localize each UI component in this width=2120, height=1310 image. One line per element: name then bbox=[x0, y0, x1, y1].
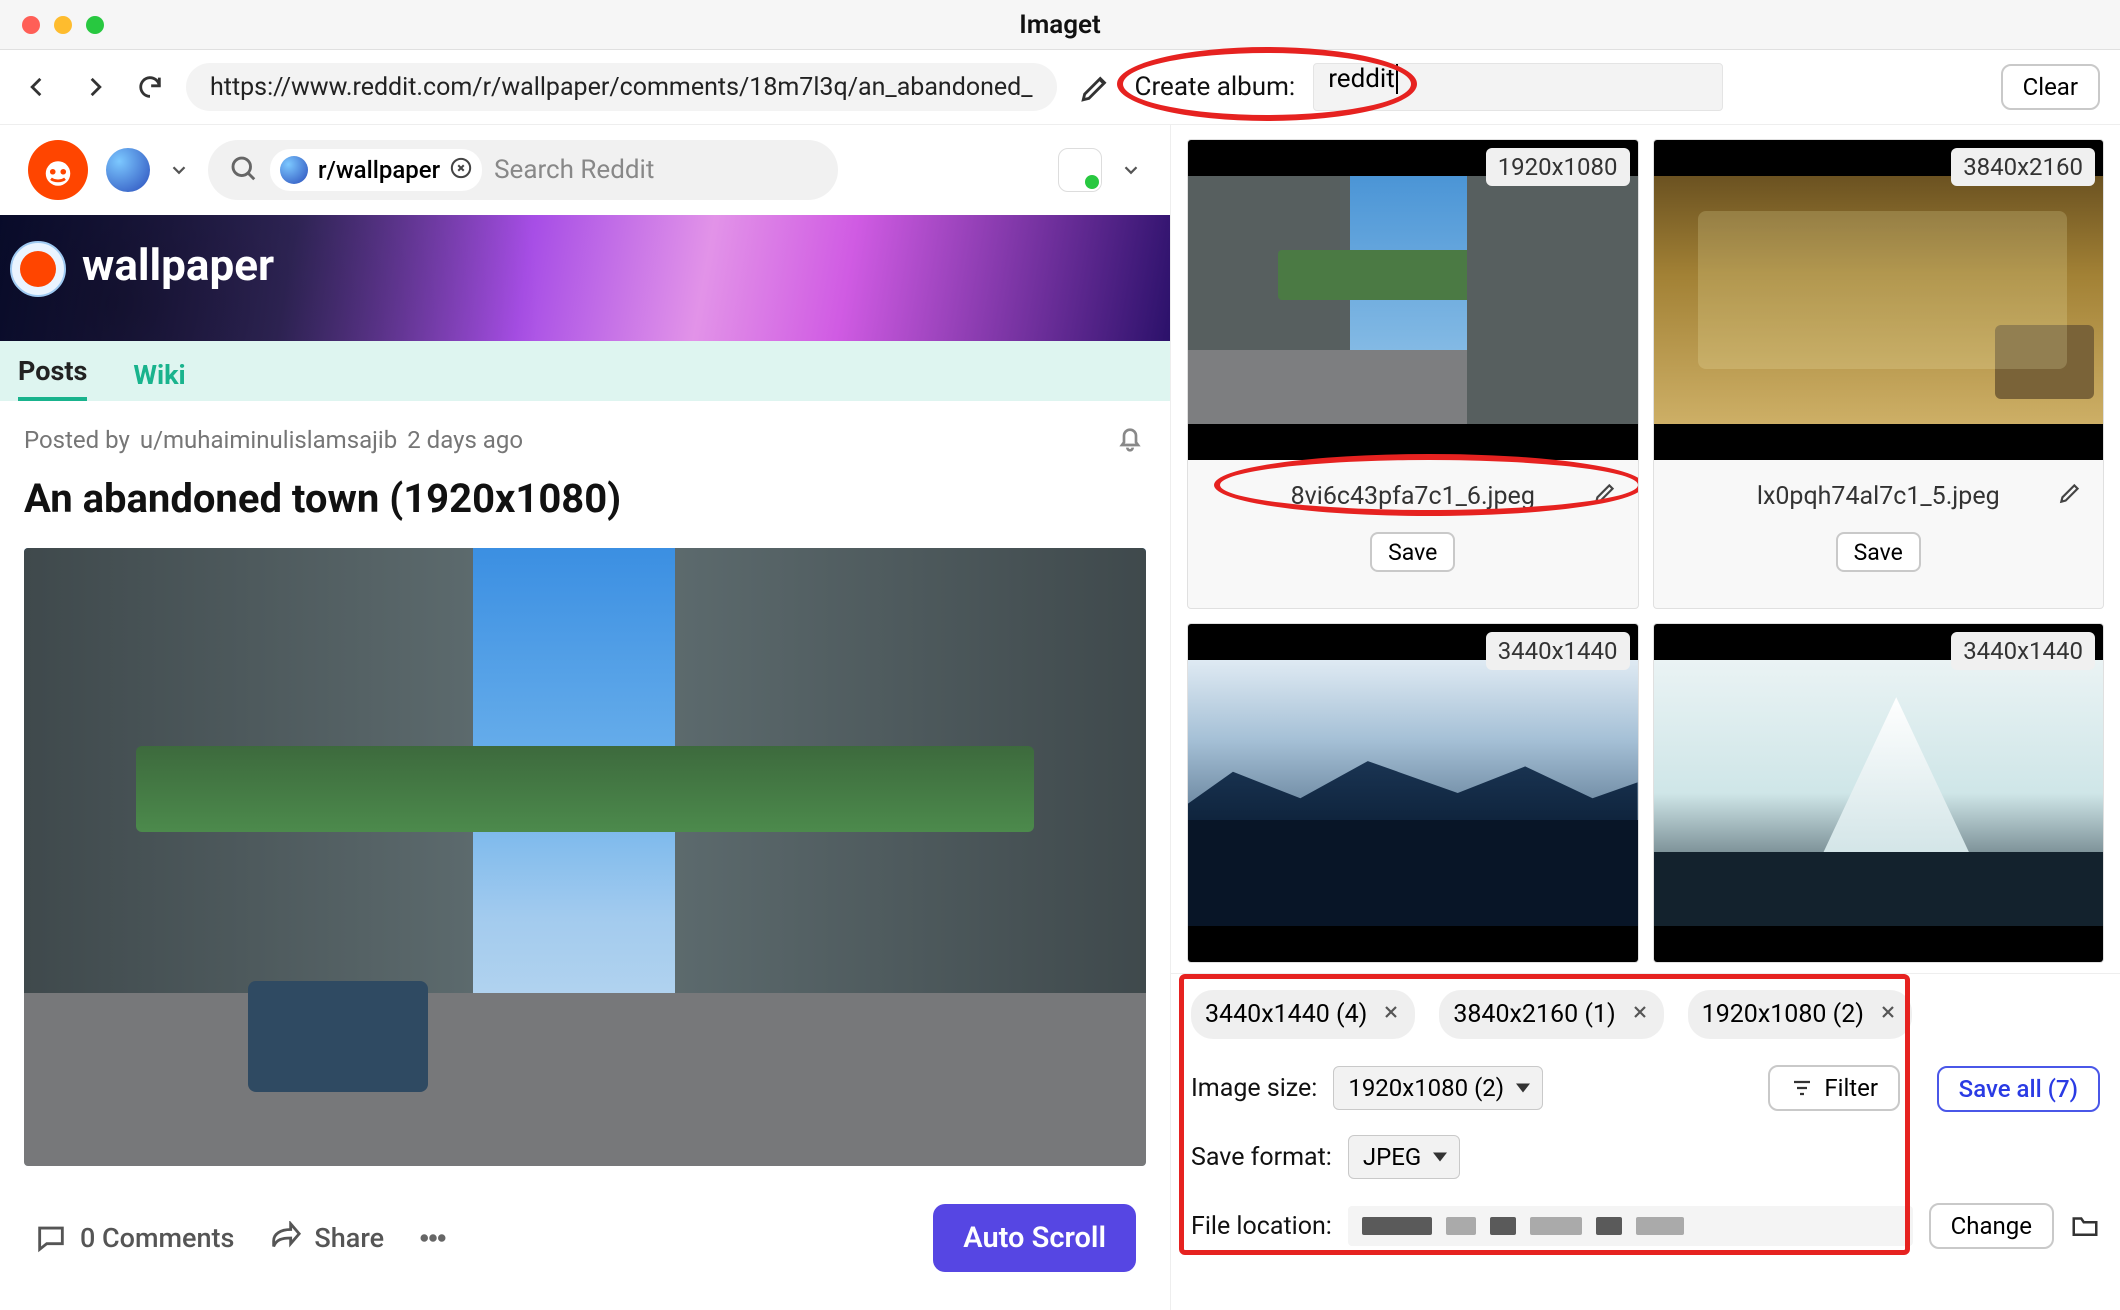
thumbnail-card: 3840x2160 lx0pqh74al7c1_5.jpeg Save bbox=[1653, 139, 2105, 609]
file-location-row: File location: Change bbox=[1191, 1203, 2100, 1249]
nav-buttons bbox=[24, 73, 164, 101]
thumbnail-image[interactable] bbox=[1188, 624, 1638, 962]
picker-icon[interactable] bbox=[1079, 70, 1113, 104]
save-format-row: Save format: JPEG bbox=[1191, 1135, 2100, 1179]
rename-icon[interactable] bbox=[1592, 480, 1618, 513]
size-chip-label: 1920x1080 (2) bbox=[1702, 1000, 1864, 1029]
image-size-label: Image size: bbox=[1191, 1074, 1317, 1103]
resolution-badge: 3840x2160 bbox=[1951, 148, 2095, 186]
rename-icon[interactable] bbox=[2057, 480, 2083, 513]
notify-icon[interactable] bbox=[1114, 421, 1146, 459]
url-bar[interactable]: https://www.reddit.com/r/wallpaper/comme… bbox=[186, 63, 1057, 111]
post-meta: Posted by u/muhaiminulislamsajib 2 days … bbox=[24, 421, 1146, 459]
reddit-logo-icon[interactable] bbox=[28, 140, 88, 200]
resolution-badge: 3440x1440 bbox=[1486, 632, 1630, 670]
window-title: Imaget bbox=[1019, 10, 1101, 40]
create-album-area: Create album: reddit bbox=[1135, 63, 1724, 111]
image-size-select[interactable]: 1920x1080 (2) bbox=[1333, 1066, 1543, 1110]
browser-pane: r/wallpaper Search Reddit wallpaper Post… bbox=[0, 125, 1170, 1310]
post-age: 2 days ago bbox=[407, 426, 523, 454]
comments-label: 0 Comments bbox=[80, 1222, 234, 1254]
forward-button[interactable] bbox=[80, 73, 108, 101]
save-all-button[interactable]: Save all (7) bbox=[1937, 1066, 2100, 1112]
chip-remove-icon[interactable] bbox=[1630, 1000, 1650, 1029]
comments-button[interactable]: 0 Comments bbox=[34, 1221, 234, 1255]
titlebar: Imaget bbox=[0, 0, 2120, 50]
size-chip-label: 3840x2160 (1) bbox=[1453, 1000, 1615, 1029]
subreddit-avatar-icon[interactable] bbox=[10, 241, 66, 297]
subreddit-banner: wallpaper bbox=[0, 215, 1170, 341]
url-text: https://www.reddit.com/r/wallpaper/comme… bbox=[210, 73, 1033, 102]
subreddit-title: wallpaper bbox=[82, 239, 274, 291]
save-format-select[interactable]: JPEG bbox=[1348, 1135, 1460, 1179]
app-indicator-icon[interactable] bbox=[1058, 148, 1102, 192]
gallery-pane: 1920x1080 8vi6c43pfa7c1_6.jpeg Save 3840… bbox=[1170, 125, 2120, 1310]
posted-by-prefix: Posted by bbox=[24, 426, 130, 454]
scope-avatar-icon bbox=[280, 156, 308, 184]
size-chip-row: 3440x1440 (4) 3840x2160 (1) 1920x1080 (2… bbox=[1191, 990, 2100, 1039]
album-name-value: reddit bbox=[1328, 64, 1398, 94]
minimize-window-icon[interactable] bbox=[54, 16, 72, 34]
thumbnail-card: 3440x1440 bbox=[1653, 623, 2105, 963]
post-title: An abandoned town (1920x1080) bbox=[24, 475, 1146, 522]
post: Posted by u/muhaiminulislamsajib 2 days … bbox=[0, 401, 1170, 1272]
main-area: r/wallpaper Search Reddit wallpaper Post… bbox=[0, 125, 2120, 1310]
scope-chip-label: r/wallpaper bbox=[318, 156, 440, 184]
reddit-header: r/wallpaper Search Reddit bbox=[0, 125, 1170, 215]
save-button[interactable]: Save bbox=[1836, 532, 1921, 572]
save-format-label: Save format: bbox=[1191, 1143, 1332, 1172]
size-chip[interactable]: 3440x1440 (4) bbox=[1191, 990, 1415, 1039]
file-location-input[interactable] bbox=[1348, 1206, 1913, 1246]
controls-panel: 3440x1440 (4) 3840x2160 (1) 1920x1080 (2… bbox=[1171, 973, 2120, 1263]
post-footer: 0 Comments Share Auto Scroll bbox=[24, 1176, 1146, 1272]
tab-posts[interactable]: Posts bbox=[18, 355, 87, 401]
clear-button[interactable]: Clear bbox=[2001, 64, 2100, 110]
maximize-window-icon[interactable] bbox=[86, 16, 104, 34]
filter-label: Filter bbox=[1824, 1074, 1878, 1102]
album-name-input[interactable]: reddit bbox=[1313, 63, 1723, 111]
search-icon bbox=[228, 153, 258, 187]
thumbnail-image[interactable] bbox=[1188, 140, 1638, 460]
reddit-search[interactable]: r/wallpaper Search Reddit bbox=[208, 140, 838, 200]
create-album-label: Create album: bbox=[1135, 72, 1296, 102]
thumbnail-filename[interactable]: lx0pqh74al7c1_5.jpeg bbox=[1757, 482, 2000, 511]
post-image[interactable] bbox=[24, 548, 1146, 1166]
share-button[interactable]: Share bbox=[268, 1221, 384, 1255]
subreddit-tabs: Posts Wiki bbox=[0, 341, 1170, 401]
filter-button[interactable]: Filter bbox=[1768, 1065, 1900, 1111]
tab-wiki[interactable]: Wiki bbox=[133, 359, 185, 401]
share-label: Share bbox=[314, 1222, 384, 1254]
size-chip[interactable]: 1920x1080 (2) bbox=[1688, 990, 1912, 1039]
thumbnail-filename[interactable]: 8vi6c43pfa7c1_6.jpeg bbox=[1291, 482, 1535, 511]
size-chip[interactable]: 3840x2160 (1) bbox=[1439, 990, 1663, 1039]
chip-remove-icon[interactable] bbox=[1878, 1000, 1898, 1029]
change-location-button[interactable]: Change bbox=[1929, 1203, 2054, 1249]
auto-scroll-button[interactable]: Auto Scroll bbox=[933, 1204, 1136, 1272]
save-button[interactable]: Save bbox=[1370, 532, 1455, 572]
window-controls bbox=[22, 16, 104, 34]
chip-remove-icon[interactable] bbox=[1381, 1000, 1401, 1029]
thumbnail-image[interactable] bbox=[1654, 624, 2104, 962]
close-window-icon[interactable] bbox=[22, 16, 40, 34]
file-location-label: File location: bbox=[1191, 1212, 1332, 1241]
thumbnail-grid: 1920x1080 8vi6c43pfa7c1_6.jpeg Save 3840… bbox=[1171, 125, 2120, 973]
reload-button[interactable] bbox=[136, 73, 164, 101]
thumbnail-card: 1920x1080 8vi6c43pfa7c1_6.jpeg Save bbox=[1187, 139, 1639, 609]
size-chip-label: 3440x1440 (4) bbox=[1205, 1000, 1367, 1029]
search-scope-chip[interactable]: r/wallpaper bbox=[270, 149, 482, 191]
community-dropdown[interactable] bbox=[168, 159, 190, 181]
back-button[interactable] bbox=[24, 73, 52, 101]
scope-remove-icon[interactable] bbox=[450, 157, 472, 183]
resolution-badge: 1920x1080 bbox=[1486, 148, 1630, 186]
search-placeholder: Search Reddit bbox=[494, 155, 654, 185]
header-more-dropdown[interactable] bbox=[1120, 159, 1142, 181]
thumbnail-card: 3440x1440 bbox=[1187, 623, 1639, 963]
post-more-button[interactable] bbox=[418, 1223, 448, 1253]
community-avatar-icon[interactable] bbox=[106, 148, 150, 192]
open-folder-icon[interactable] bbox=[2070, 1211, 2100, 1241]
post-author[interactable]: u/muhaiminulislamsajib bbox=[140, 426, 397, 454]
thumbnail-image[interactable] bbox=[1654, 140, 2104, 460]
resolution-badge: 3440x1440 bbox=[1951, 632, 2095, 670]
app-toolbar: https://www.reddit.com/r/wallpaper/comme… bbox=[0, 50, 2120, 125]
